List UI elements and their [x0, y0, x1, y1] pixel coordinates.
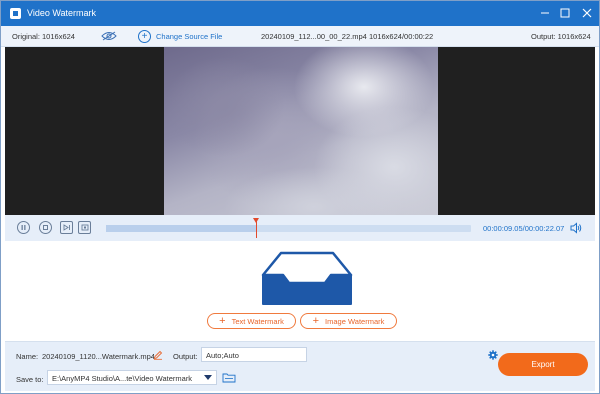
save-to-label: Save to: [16, 375, 44, 384]
output-resolution: Output: 1016x624 [531, 32, 591, 41]
source-file-name: 20240109_112...00_00_22.mp4 [261, 32, 367, 41]
app-icon [10, 8, 21, 19]
chevron-down-icon[interactable] [204, 375, 212, 380]
info-bar: Original: 1016x624 + Change Source File … [1, 26, 599, 47]
name-label: Name: [16, 352, 39, 361]
output-settings-panel: Name: 20240109_1120...Watermark.mp4 Outp… [5, 341, 595, 391]
plus-icon: + [312, 315, 320, 327]
window-title: Video Watermark [27, 8, 97, 18]
eye-hidden-icon[interactable] [101, 31, 117, 41]
loop-icon [81, 224, 88, 231]
save-path-value: E:\AnyMP4 Studio\A...te\Video Watermark [52, 374, 193, 383]
add-text-watermark-button[interactable]: + Text Watermark [207, 313, 296, 329]
output-format-value: Auto;Auto [206, 351, 239, 360]
save-path-dropdown[interactable]: E:\AnyMP4 Studio\A...te\Video Watermark [47, 370, 217, 385]
playback-bar: 00:00:09.05/00:00:22.07 [5, 215, 595, 241]
maximize-icon [560, 8, 570, 18]
watermark-panel: + Text Watermark + Image Watermark [5, 241, 595, 341]
stop-button[interactable] [39, 221, 52, 234]
minimize-button[interactable] [537, 5, 553, 21]
next-frame-icon [63, 224, 70, 231]
stop-icon [43, 225, 48, 230]
add-image-watermark-button[interactable]: + Image Watermark [300, 313, 397, 329]
loop-button[interactable] [78, 221, 91, 234]
pencil-icon[interactable] [153, 350, 163, 360]
title-bar: Video Watermark [1, 1, 599, 26]
plus-icon: + [219, 315, 226, 327]
export-button[interactable]: Export [498, 353, 588, 376]
close-button[interactable] [579, 5, 595, 21]
inbox-tray-icon [261, 251, 353, 305]
pause-button[interactable] [17, 221, 30, 234]
source-file-info: 1016x624/00:00:22 [369, 32, 434, 41]
video-preview [5, 47, 595, 215]
timeline-progress [106, 225, 256, 232]
output-label: Output: [173, 352, 198, 361]
video-frame[interactable] [164, 47, 438, 215]
maximize-button[interactable] [557, 5, 573, 21]
image-watermark-label: Image Watermark [325, 316, 385, 326]
output-file-name: 20240109_1120...Watermark.mp4 [42, 352, 155, 361]
gear-icon[interactable] [488, 350, 498, 360]
output-format-field[interactable]: Auto;Auto [201, 347, 498, 362]
playhead-marker[interactable] [252, 218, 259, 238]
next-frame-button[interactable] [60, 221, 73, 234]
close-icon [582, 8, 592, 18]
folder-icon[interactable] [222, 372, 236, 383]
volume-icon[interactable] [570, 222, 582, 234]
pause-icon [21, 225, 26, 230]
playback-time: 00:00:09.05/00:00:22.07 [483, 224, 565, 233]
minimize-icon [541, 12, 549, 14]
text-watermark-label: Text Watermark [231, 316, 284, 326]
timeline-track[interactable] [106, 225, 471, 232]
change-source-button[interactable]: + Change Source File [138, 29, 222, 44]
plus-circle-icon: + [138, 30, 151, 43]
original-resolution: Original: 1016x624 [12, 32, 75, 41]
change-source-label: Change Source File [156, 32, 223, 41]
video-watermark-window: Video Watermark Original: 1016x624 + Cha… [0, 0, 600, 394]
